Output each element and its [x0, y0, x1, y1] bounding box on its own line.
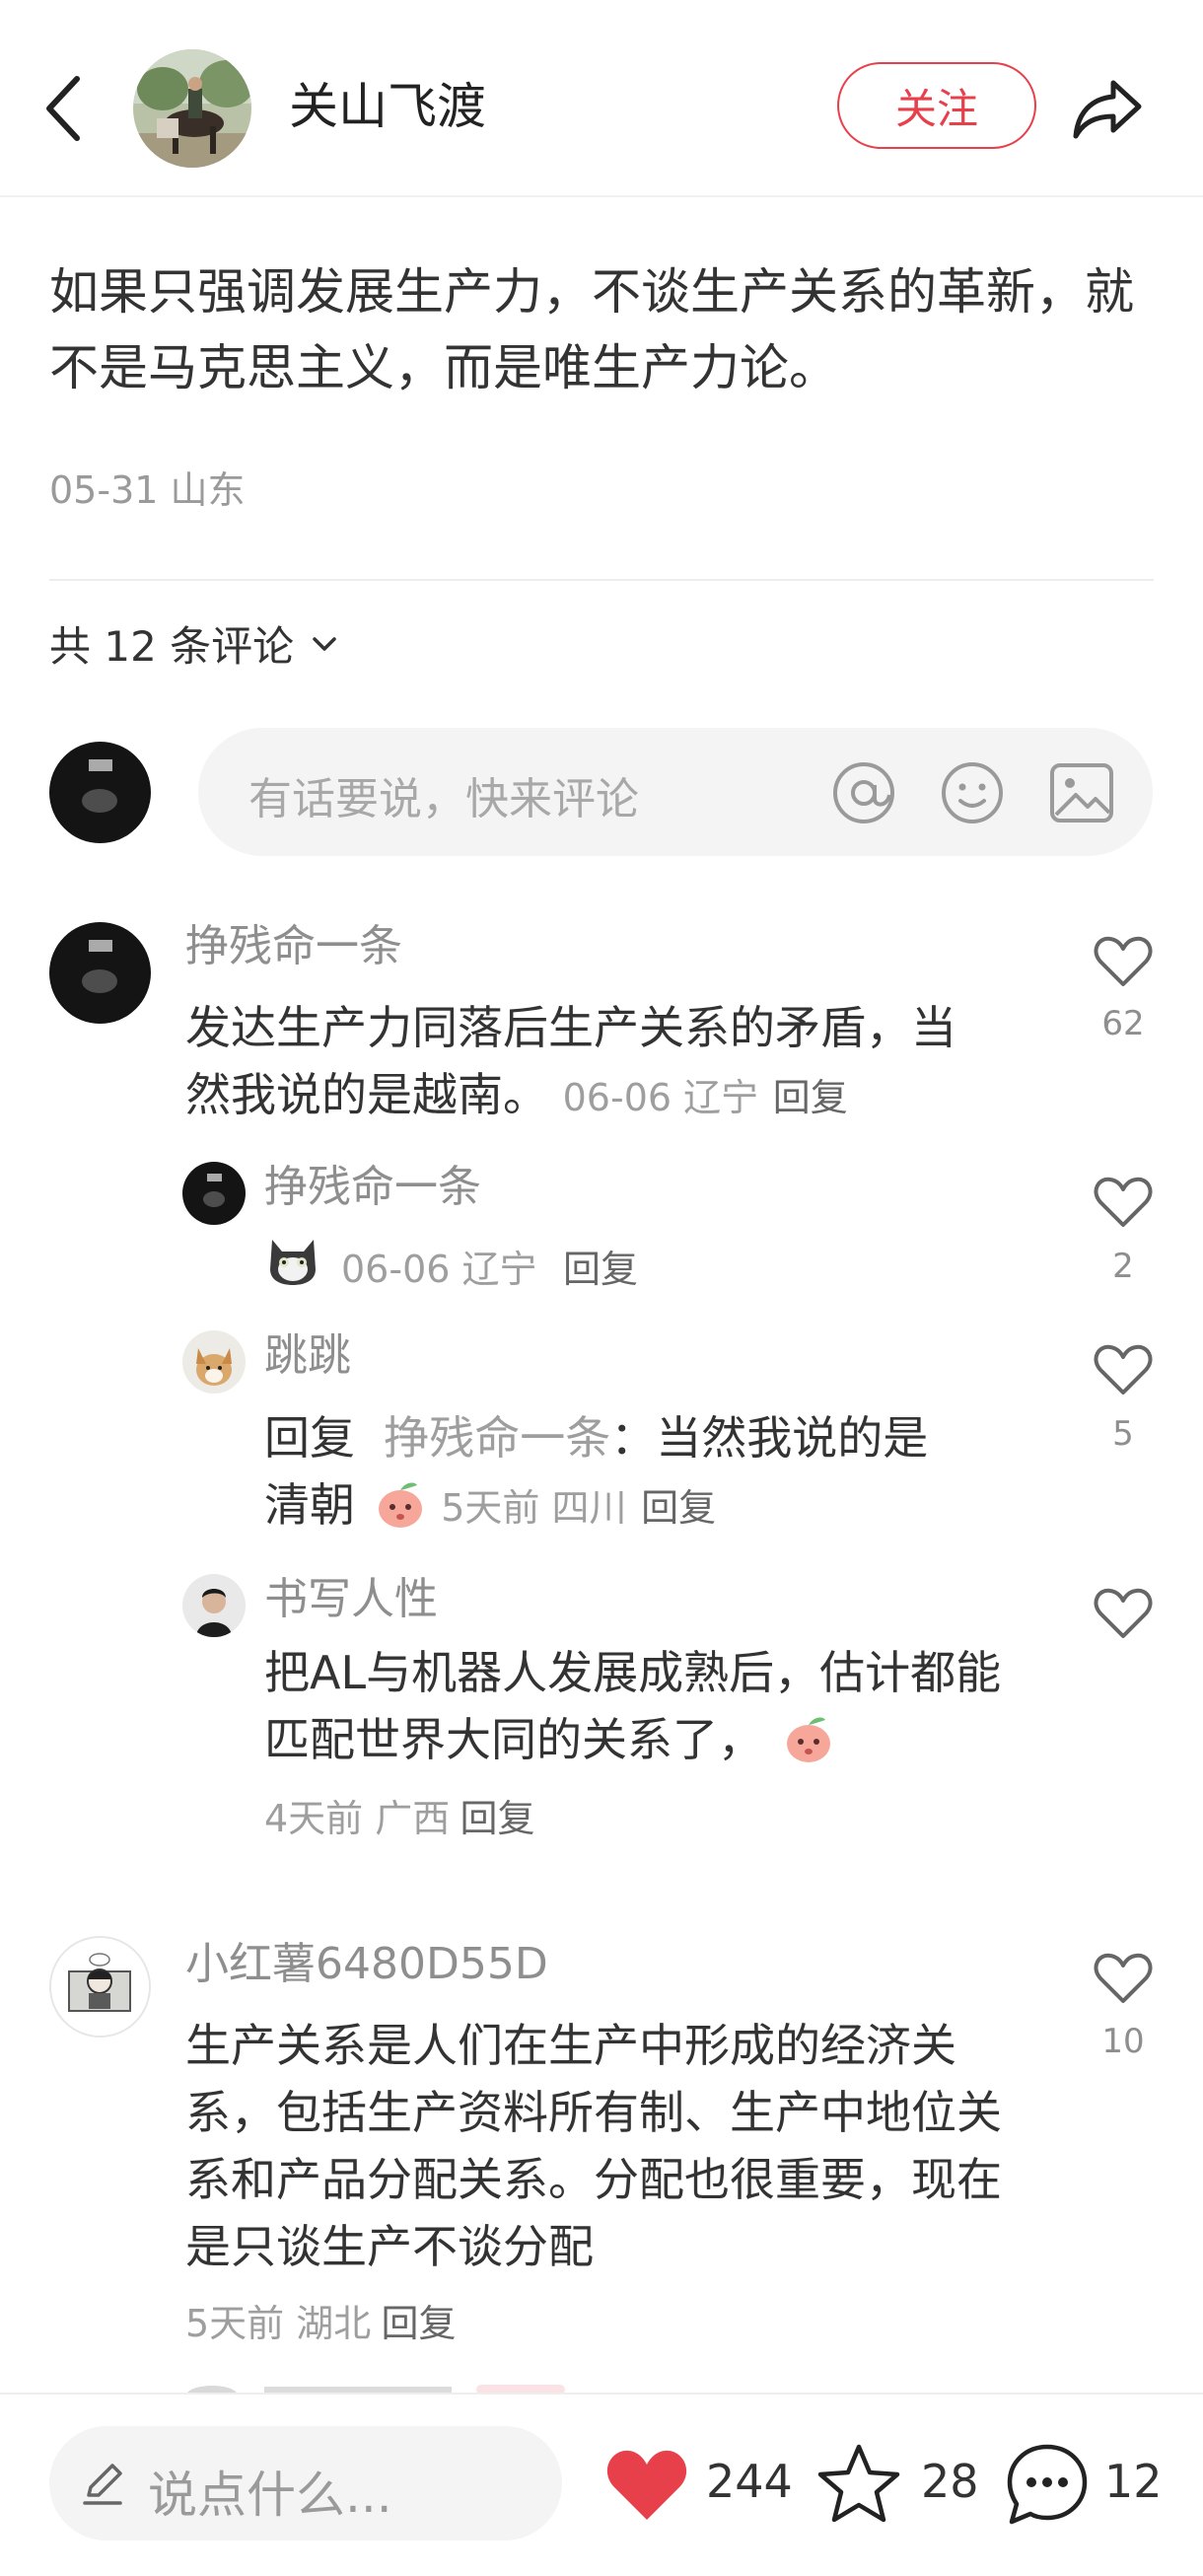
- comment-text: 发达生产力同落后生产关系的矛盾，当然我说的是越南。 06-06 辽宁 回复: [185, 1001, 956, 1121]
- image-icon[interactable]: [1046, 757, 1117, 828]
- commenter-avatar[interactable]: [49, 1936, 151, 2038]
- share-icon[interactable]: [1070, 69, 1147, 146]
- like-count: 2: [1112, 1247, 1134, 1286]
- current-user-avatar: [49, 742, 151, 843]
- peach-emoji-icon: [786, 1717, 830, 1762]
- comment-author[interactable]: 小红薯6480D55D: [185, 1937, 548, 1992]
- reply-button[interactable]: 回复: [773, 1076, 848, 1119]
- reply-to-user[interactable]: 挣残命一条: [384, 1411, 610, 1465]
- post-body: 如果只强调发展生产力，不谈生产关系的革新，就不是马克思主义，而是唯生产力论。: [49, 263, 1134, 396]
- reply-meta: 06-06 辽宁: [341, 1248, 537, 1291]
- emoji-icon[interactable]: [937, 757, 1008, 828]
- comment-count-label: 共 12 条评论: [49, 622, 295, 671]
- reply-button[interactable]: 回复: [563, 1239, 638, 1293]
- header-divider: [0, 195, 1203, 197]
- reply-text: 回复 挣残命一条：当然我说的是 清朝 5天前 四川 回复: [264, 1411, 929, 1532]
- author-avatar[interactable]: [133, 49, 251, 168]
- post-divider: [49, 579, 1154, 581]
- reply-author[interactable]: 书写人性: [264, 1572, 438, 1627]
- like-heart-icon[interactable]: [603, 2443, 690, 2526]
- heart-icon[interactable]: [1093, 1583, 1154, 1644]
- comment-text: 生产关系是人们在生产中形成的经济关系，包括生产资料所有制、生产中地位关系和产品分…: [185, 2019, 1002, 2273]
- like-count: 5: [1112, 1414, 1134, 1454]
- author-name[interactable]: 关山飞渡: [289, 75, 486, 138]
- heart-icon[interactable]: [1093, 931, 1154, 992]
- cat-sticker-icon: [270, 1240, 316, 1285]
- reply-author[interactable]: 挣残命一条: [264, 1160, 481, 1215]
- reply-avatar[interactable]: [182, 1162, 246, 1225]
- follow-button[interactable]: 关注: [837, 62, 1036, 149]
- reply-text: 把AL与机器人发展成熟后，估计都能匹配世界大同的关系了，: [264, 1646, 1002, 1766]
- pencil-icon: [83, 2464, 122, 2505]
- post-star-count: 28: [921, 2455, 979, 2508]
- reply-button[interactable]: 回复: [641, 1486, 716, 1530]
- comment-count-toggle[interactable]: 共 12 条评论: [49, 613, 341, 674]
- like-count: 10: [1101, 2022, 1145, 2061]
- chevron-down-icon: [313, 636, 336, 651]
- heart-icon[interactable]: [1093, 1172, 1154, 1233]
- reply-meta: 4天前 广西: [264, 1797, 451, 1840]
- post-meta: 05-31 山东: [49, 468, 246, 512]
- reply-button[interactable]: 回复: [460, 1797, 534, 1840]
- comment-author[interactable]: 挣残命一条: [185, 919, 402, 974]
- comment-input-placeholder: 有话要说，快来评论: [248, 774, 639, 824]
- at-icon[interactable]: [828, 757, 899, 828]
- heart-icon[interactable]: [1093, 1948, 1154, 2009]
- peach-emoji-icon: [378, 1482, 422, 1528]
- heart-icon[interactable]: [1093, 1339, 1154, 1400]
- post-like-count: 244: [706, 2455, 793, 2508]
- comment-meta-row: 5天前 湖北 回复: [185, 2293, 456, 2347]
- commenter-avatar[interactable]: [49, 922, 151, 1024]
- reply-button[interactable]: 回复: [381, 2302, 456, 2345]
- bottom-divider: [0, 2393, 1203, 2395]
- reply-author[interactable]: 跳跳: [264, 1328, 351, 1384]
- comment-meta: 5天前 湖北: [185, 2302, 372, 2345]
- post-comment-count: 12: [1104, 2455, 1163, 2508]
- reply-avatar[interactable]: [182, 1330, 246, 1394]
- bottom-input-placeholder: 说点什么...: [148, 2467, 392, 2524]
- star-icon[interactable]: [815, 2441, 902, 2526]
- reply-meta: 5天前 四川: [441, 1486, 627, 1530]
- comment-meta: 06-06 辽宁: [562, 1076, 759, 1119]
- comment-icon[interactable]: [1004, 2441, 1091, 2528]
- like-count: 62: [1101, 1004, 1145, 1043]
- reply-avatar[interactable]: [182, 1574, 246, 1637]
- back-icon[interactable]: [37, 67, 97, 150]
- reply-meta-row: 4天前 广西 回复: [264, 1788, 534, 1842]
